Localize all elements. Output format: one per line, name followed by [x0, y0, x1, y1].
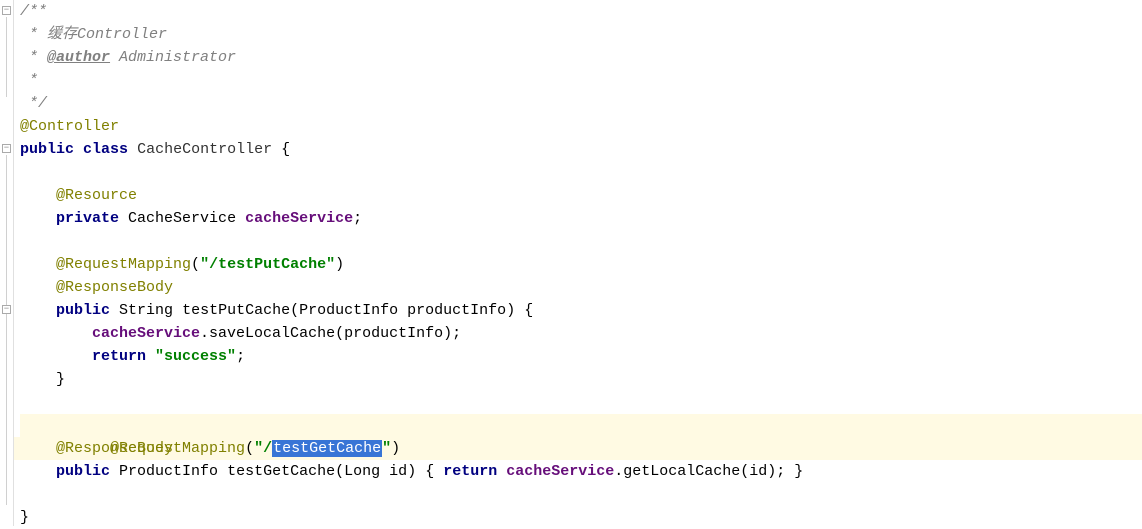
code-line[interactable]: @RequestMapping("/testPutCache") [20, 253, 1142, 276]
code-line[interactable]: @Resource [20, 184, 1142, 207]
fold-marker[interactable]: − [2, 6, 11, 15]
code-editor[interactable]: − − − /** * 缓存Controller * @author Admin… [0, 0, 1142, 526]
code-line[interactable]: public String testPutCache(ProductInfo p… [20, 299, 1142, 322]
code-line[interactable] [20, 161, 1142, 184]
code-area[interactable]: /** * 缓存Controller * @author Administrat… [14, 0, 1142, 526]
code-line[interactable]: * [20, 69, 1142, 92]
code-line-active[interactable]: @RequestMapping("/testGetCache") [20, 414, 1142, 437]
code-line[interactable]: @Controller [20, 115, 1142, 138]
code-line[interactable]: * @author Administrator [20, 46, 1142, 69]
code-line[interactable]: @ResponseBody [20, 276, 1142, 299]
code-line[interactable]: public class CacheController { [20, 138, 1142, 161]
code-line[interactable]: * 缓存Controller [20, 23, 1142, 46]
gutter: − − − [0, 0, 14, 526]
code-line[interactable]: return "success"; [20, 345, 1142, 368]
intention-bulb-icon[interactable] [0, 417, 2, 431]
code-line[interactable]: cacheService.saveLocalCache(productInfo)… [20, 322, 1142, 345]
code-line[interactable]: */ [20, 92, 1142, 115]
code-line[interactable]: @ResponseBody [20, 437, 1142, 460]
fold-marker[interactable]: − [2, 144, 11, 153]
code-line[interactable]: /** [20, 0, 1142, 23]
code-line[interactable]: public ProductInfo testGetCache(Long id)… [20, 460, 1142, 483]
code-line[interactable] [20, 391, 1142, 414]
fold-marker[interactable]: − [2, 305, 11, 314]
code-line[interactable] [20, 483, 1142, 506]
code-line[interactable]: } [20, 368, 1142, 391]
code-line[interactable]: private CacheService cacheService; [20, 207, 1142, 230]
code-line[interactable] [20, 230, 1142, 253]
